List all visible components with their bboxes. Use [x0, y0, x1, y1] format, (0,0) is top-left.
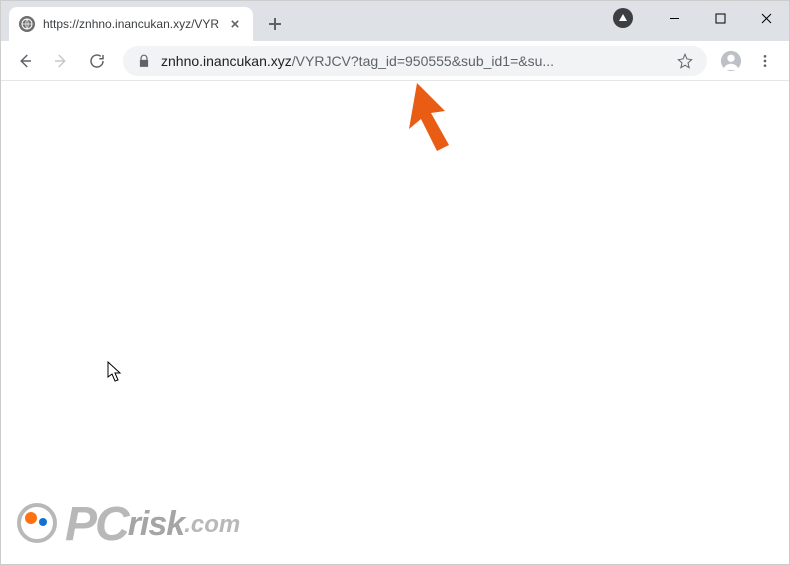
tab-bar: https://znhno.inancukan.xyz/VYR	[1, 1, 789, 41]
bookmark-star-icon[interactable]	[677, 53, 693, 69]
watermark-risk: risk	[128, 505, 185, 544]
reload-button[interactable]	[81, 45, 113, 77]
kebab-menu-icon[interactable]	[749, 45, 781, 77]
url-text: znhno.inancukan.xyz/VYRJCV?tag_id=950555…	[161, 53, 667, 69]
profile-button[interactable]	[717, 47, 745, 75]
new-tab-button[interactable]	[261, 10, 289, 38]
toolbar: znhno.inancukan.xyz/VYRJCV?tag_id=950555…	[1, 41, 789, 81]
page-content	[1, 81, 789, 564]
watermark: PC risk .com	[15, 497, 240, 552]
extension-badge-icon[interactable]	[613, 8, 633, 28]
address-bar[interactable]: znhno.inancukan.xyz/VYRJCV?tag_id=950555…	[123, 46, 707, 76]
forward-button[interactable]	[45, 45, 77, 77]
tab-title: https://znhno.inancukan.xyz/VYR	[43, 17, 219, 31]
window-minimize-button[interactable]	[651, 1, 697, 35]
lock-icon	[137, 54, 151, 68]
window-close-button[interactable]	[743, 1, 789, 35]
window-maximize-button[interactable]	[697, 1, 743, 35]
pcrisk-disc-icon	[15, 501, 63, 549]
url-path: /VYRJCV?tag_id=950555&sub_id1=&su...	[292, 53, 554, 69]
globe-icon	[19, 16, 35, 32]
url-host: znhno.inancukan.xyz	[161, 53, 292, 69]
window-controls	[613, 1, 789, 35]
back-button[interactable]	[9, 45, 41, 77]
tab-close-button[interactable]	[227, 16, 243, 32]
watermark-com: .com	[184, 511, 240, 539]
browser-tab[interactable]: https://znhno.inancukan.xyz/VYR	[9, 7, 253, 41]
watermark-pc: PC	[65, 497, 128, 552]
